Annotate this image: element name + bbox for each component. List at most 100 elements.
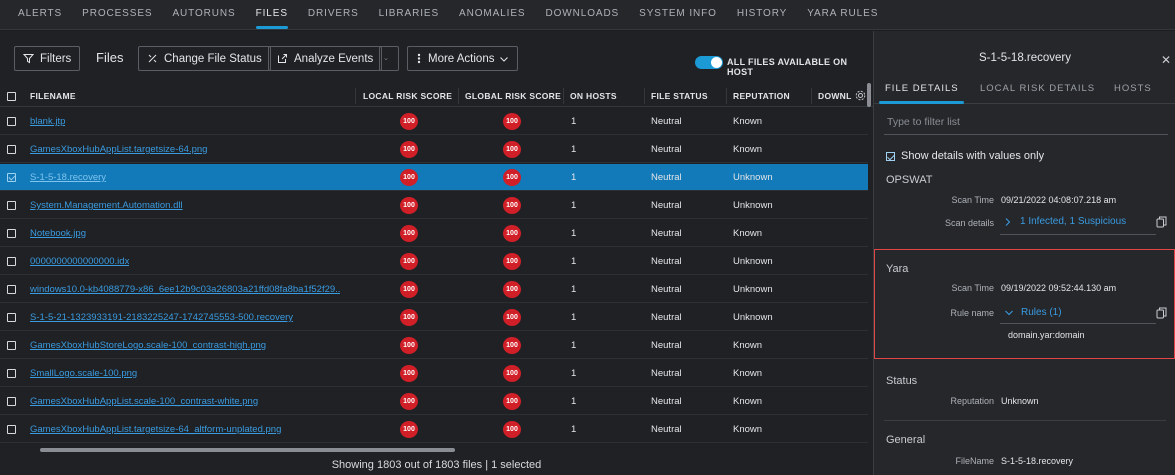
reputation-value: Known: [733, 396, 763, 407]
filename-link[interactable]: S-1-5-21-1323933191-2183225247-174274555…: [30, 312, 293, 323]
change-file-status-label: Change File Status: [164, 52, 262, 65]
table-row[interactable]: Notebook.jpg 100 100 1 Neutral Known: [0, 220, 868, 247]
yara-scan-time-value: 09/19/2022 09:52:44.130 am: [1001, 283, 1117, 293]
reputation-value: Unknown: [733, 200, 773, 211]
gear-icon[interactable]: [855, 90, 866, 101]
tab-alerts[interactable]: ALERTS: [8, 0, 72, 30]
filename-link[interactable]: GamesXboxHubAppList.scale-100_contrast-w…: [30, 396, 258, 407]
filename-link[interactable]: S-1-5-18.recovery: [30, 172, 106, 183]
files-panel: Filters Files Change File Status Analyze…: [0, 31, 873, 475]
horizontal-scrollbar[interactable]: [40, 448, 455, 452]
col-global-risk-score[interactable]: GLOBAL RISK SCORE: [465, 91, 561, 101]
table-row[interactable]: S-1-5-21-1323933191-2183225247-174274555…: [0, 304, 868, 331]
file-status-value: Neutral: [651, 312, 682, 323]
reputation-value: Known: [733, 424, 763, 435]
show-details-checkbox[interactable]: [886, 151, 895, 161]
yara-scan-time-label: Scan Time: [951, 283, 994, 293]
analyze-events-button[interactable]: Analyze Events: [268, 46, 383, 71]
analyze-dropdown-button[interactable]: [379, 46, 399, 71]
row-checkbox[interactable]: [7, 369, 16, 378]
local-risk-badge: 100: [400, 253, 418, 270]
table-row[interactable]: windows10.0-kb4088779-x86_6ee12b9c03a268…: [0, 276, 868, 303]
table-row[interactable]: blank.jtp 100 100 1 Neutral Known: [0, 108, 868, 135]
filename-link[interactable]: GamesXboxHubStoreLogo.scale-100_contrast…: [30, 340, 266, 351]
external-link-icon: [278, 54, 287, 63]
col-file-status[interactable]: FILE STATUS: [651, 91, 708, 101]
tab-autoruns[interactable]: AUTORUNS: [162, 0, 245, 30]
copy-icon[interactable]: [1156, 307, 1167, 319]
col-local-risk-score[interactable]: LOCAL RISK SCORE: [363, 91, 452, 101]
row-checkbox[interactable]: [7, 145, 16, 154]
row-checkbox[interactable]: [7, 313, 16, 322]
select-all-checkbox[interactable]: [7, 92, 16, 101]
change-file-status-button[interactable]: Change File Status: [138, 46, 271, 71]
row-checkbox[interactable]: [7, 397, 16, 406]
row-checkbox[interactable]: [7, 257, 16, 266]
filename-link[interactable]: Notebook.jpg: [30, 228, 86, 239]
tab-system-info[interactable]: SYSTEM INFO: [629, 0, 727, 30]
row-checkbox[interactable]: [7, 229, 16, 238]
copy-icon[interactable]: [1156, 216, 1167, 228]
filename-link[interactable]: windows10.0-kb4088779-x86_6ee12b9c03a268…: [30, 284, 340, 295]
file-status-value: Neutral: [651, 340, 682, 351]
tab-yara-rules[interactable]: YARA RULES: [797, 0, 888, 30]
on-hosts-value: 1: [571, 144, 577, 155]
file-status-value: Neutral: [651, 396, 682, 407]
tab-libraries[interactable]: LIBRARIES: [369, 0, 449, 30]
filter-list-input[interactable]: [884, 111, 1168, 133]
row-checkbox[interactable]: [7, 201, 16, 210]
show-details-option[interactable]: Show details with values only: [886, 150, 1044, 162]
tab-anomalies[interactable]: ANOMALIES: [449, 0, 535, 30]
status-section-title: Status: [886, 375, 918, 387]
opswat-scan-details-link[interactable]: 1 Infected, 1 Suspicious: [1004, 216, 1126, 227]
details-panel: S-1-5-18.recovery ✕ FILE DETAILS LOCAL R…: [873, 31, 1175, 475]
global-risk-badge: 100: [503, 253, 521, 270]
filename-link[interactable]: GamesXboxHubAppList.targetsize-64_altfor…: [30, 424, 281, 435]
reputation-value: Unknown: [1001, 396, 1039, 406]
yara-rules-dropdown[interactable]: Rules (1): [1004, 307, 1062, 318]
all-files-toggle[interactable]: [695, 56, 723, 69]
yara-rule-value: domain.yar:domain: [1008, 330, 1085, 340]
tab-processes[interactable]: PROCESSES: [72, 0, 162, 30]
reputation-value: Unknown: [733, 172, 773, 183]
col-on-hosts[interactable]: ON HOSTS: [570, 91, 617, 101]
col-downloaded[interactable]: DOWNLC: [818, 91, 852, 101]
col-filename[interactable]: FILENAME: [30, 91, 76, 101]
table-row[interactable]: SmallLogo.scale-100.png 100 100 1 Neutral Kno…: [0, 360, 868, 387]
vertical-scrollbar[interactable]: [867, 83, 871, 107]
filename-link[interactable]: System.Management.Automation.dll: [30, 200, 183, 211]
table-row[interactable]: GamesXboxHubStoreLogo.scale-100_contrast…: [0, 332, 868, 359]
close-icon[interactable]: ✕: [1161, 53, 1171, 67]
filters-button[interactable]: Filters: [14, 46, 81, 71]
filename-link[interactable]: GamesXboxHubAppList.targetsize-64.png: [30, 144, 207, 155]
row-checkbox[interactable]: [7, 285, 16, 294]
tab-local-risk-details[interactable]: LOCAL RISK DETAILS: [980, 83, 1095, 94]
table-row[interactable]: GamesXboxHubAppList.targetsize-64_altfor…: [0, 416, 868, 443]
row-checkbox[interactable]: [7, 341, 16, 350]
tab-file-details[interactable]: FILE DETAILS: [885, 83, 959, 94]
row-checkbox[interactable]: [7, 425, 16, 434]
row-checkbox[interactable]: [7, 117, 16, 126]
tab-downloads[interactable]: DOWNLOADS: [535, 0, 629, 30]
reputation-value: Unknown: [733, 312, 773, 323]
filename-link[interactable]: SmallLogo.scale-100.png: [30, 368, 137, 379]
tab-hosts[interactable]: HOSTS: [1114, 83, 1152, 94]
filename-value: S-1-5-18.recovery: [1001, 456, 1074, 466]
chevron-down-icon: [384, 57, 388, 60]
tab-files[interactable]: FILES: [246, 0, 298, 30]
col-reputation[interactable]: REPUTATION: [733, 91, 790, 101]
tab-drivers[interactable]: DRIVERS: [298, 0, 369, 30]
opswat-scan-time-label: Scan Time: [951, 195, 994, 205]
table-row[interactable]: System.Management.Automation.dll 100 100 1 N…: [0, 192, 868, 219]
filename-link[interactable]: 0000000000000000.idx: [30, 256, 129, 267]
table-row[interactable]: GamesXboxHubAppList.scale-100_contrast-w…: [0, 388, 868, 415]
more-actions-button[interactable]: More Actions: [407, 46, 519, 71]
table-row[interactable]: S-1-5-18.recovery 100 100 1 Neutral Unknown: [0, 164, 868, 191]
table-row[interactable]: 0000000000000000.idx 100 100 1 Neutral Unknow…: [0, 248, 868, 275]
row-checkbox[interactable]: [7, 173, 16, 182]
filename-link[interactable]: blank.jtp: [30, 116, 65, 127]
tab-history[interactable]: HISTORY: [727, 0, 797, 30]
file-status-value: Neutral: [651, 368, 682, 379]
more-actions-label: More Actions: [428, 52, 495, 65]
table-row[interactable]: GamesXboxHubAppList.targetsize-64.png 100…: [0, 136, 868, 163]
